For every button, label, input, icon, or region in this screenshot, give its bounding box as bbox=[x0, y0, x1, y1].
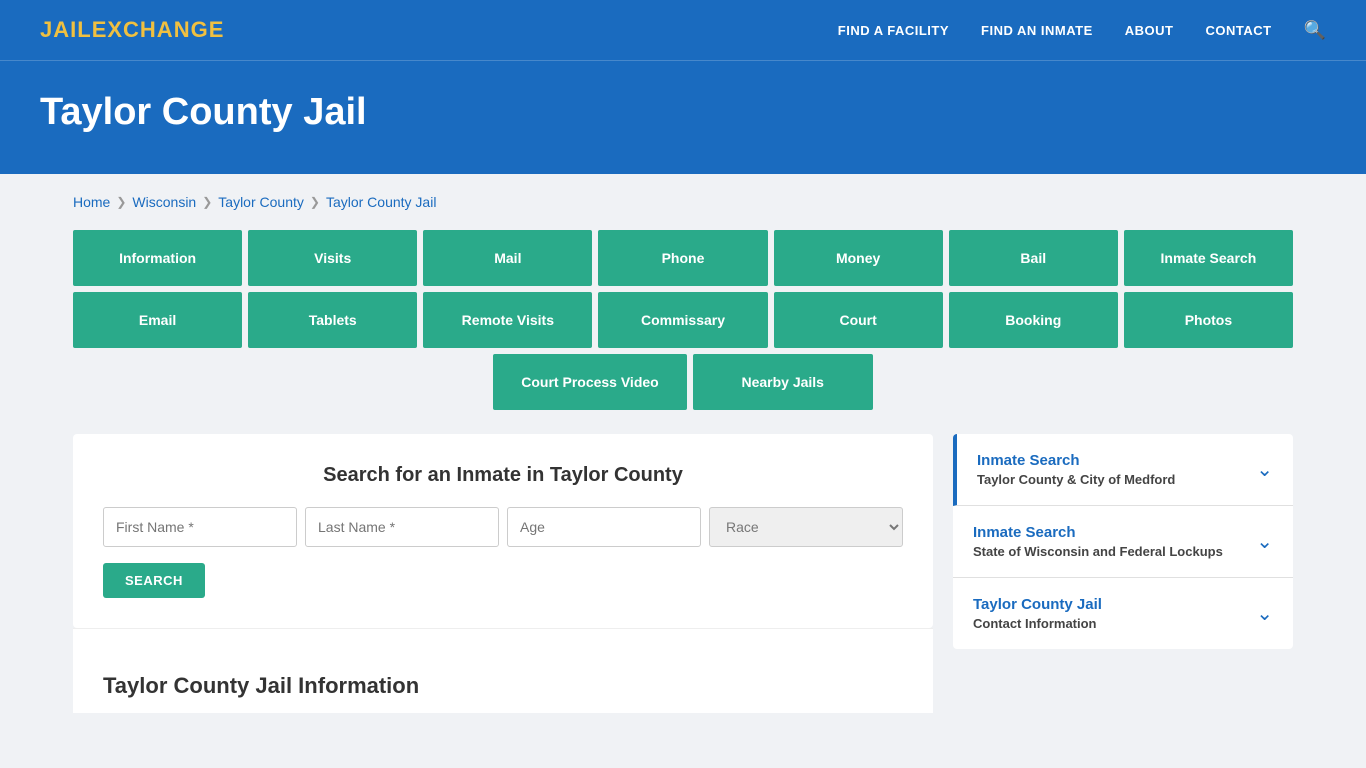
nav-contact[interactable]: CONTACT bbox=[1205, 23, 1271, 38]
sidebar-item-title-3: Taylor County Jail bbox=[973, 596, 1102, 613]
chevron-icon-3: ⌄ bbox=[1256, 601, 1273, 626]
left-column: Search for an Inmate in Taylor County Ra… bbox=[73, 434, 933, 713]
main-nav: FIND A FACILITY FIND AN INMATE ABOUT CON… bbox=[838, 20, 1326, 41]
nav-find-facility[interactable]: FIND A FACILITY bbox=[838, 23, 949, 38]
button-grid-row3: Court Process Video Nearby Jails bbox=[73, 354, 1293, 410]
sidebar-item-inmate-search-1[interactable]: Inmate Search Taylor County & City of Me… bbox=[953, 434, 1293, 506]
btn-tablets[interactable]: Tablets bbox=[248, 292, 417, 348]
btn-booking[interactable]: Booking bbox=[949, 292, 1118, 348]
sidebar-item-subtitle-3: Contact Information bbox=[973, 616, 1102, 631]
btn-bail[interactable]: Bail bbox=[949, 230, 1118, 286]
sidebar-item-contact[interactable]: Taylor County Jail Contact Information ⌄ bbox=[953, 578, 1293, 649]
search-button[interactable]: SEARCH bbox=[103, 563, 205, 598]
logo-jail: JAIL bbox=[40, 17, 92, 42]
btn-photos[interactable]: Photos bbox=[1124, 292, 1293, 348]
sidebar-item-text-3: Taylor County Jail Contact Information bbox=[973, 596, 1102, 631]
nav-about[interactable]: ABOUT bbox=[1125, 23, 1174, 38]
sidebar-item-text-2: Inmate Search State of Wisconsin and Fed… bbox=[973, 524, 1223, 559]
breadcrumb: Home ❯ Wisconsin ❯ Taylor County ❯ Taylo… bbox=[73, 194, 1293, 210]
info-section: Taylor County Jail Information bbox=[73, 628, 933, 713]
hero-section: Taylor County Jail bbox=[0, 60, 1366, 174]
btn-inmate-search[interactable]: Inmate Search bbox=[1124, 230, 1293, 286]
search-fields: Race White Black Hispanic Asian Other bbox=[103, 507, 903, 547]
logo-exchange: EXCHANGE bbox=[92, 17, 225, 42]
btn-nearby-jails[interactable]: Nearby Jails bbox=[693, 354, 873, 410]
sidebar: Inmate Search Taylor County & City of Me… bbox=[953, 434, 1293, 649]
sidebar-item-inmate-search-2[interactable]: Inmate Search State of Wisconsin and Fed… bbox=[953, 506, 1293, 578]
first-name-input[interactable] bbox=[103, 507, 297, 547]
logo[interactable]: JAILEXCHANGE bbox=[40, 17, 224, 43]
breadcrumb-sep-3: ❯ bbox=[310, 195, 320, 209]
page-title: Taylor County Jail bbox=[40, 91, 1326, 134]
sidebar-item-subtitle-1: Taylor County & City of Medford bbox=[977, 472, 1175, 487]
chevron-icon-2: ⌄ bbox=[1256, 529, 1273, 554]
button-grid-row1: Information Visits Mail Phone Money Bail… bbox=[73, 230, 1293, 286]
btn-court-process-video[interactable]: Court Process Video bbox=[493, 354, 686, 410]
btn-information[interactable]: Information bbox=[73, 230, 242, 286]
sidebar-item-title-2: Inmate Search bbox=[973, 524, 1223, 541]
btn-phone[interactable]: Phone bbox=[598, 230, 767, 286]
sidebar-card: Inmate Search Taylor County & City of Me… bbox=[953, 434, 1293, 649]
btn-money[interactable]: Money bbox=[774, 230, 943, 286]
sidebar-item-title-1: Inmate Search bbox=[977, 452, 1175, 469]
race-select[interactable]: Race White Black Hispanic Asian Other bbox=[709, 507, 903, 547]
btn-email[interactable]: Email bbox=[73, 292, 242, 348]
sidebar-item-subtitle-2: State of Wisconsin and Federal Lockups bbox=[973, 544, 1223, 559]
inmate-search-box: Search for an Inmate in Taylor County Ra… bbox=[73, 434, 933, 628]
btn-court[interactable]: Court bbox=[774, 292, 943, 348]
breadcrumb-wisconsin[interactable]: Wisconsin bbox=[132, 194, 196, 210]
btn-mail[interactable]: Mail bbox=[423, 230, 592, 286]
breadcrumb-sep-2: ❯ bbox=[202, 195, 212, 209]
search-icon-button[interactable]: 🔍 bbox=[1304, 20, 1326, 41]
header: JAILEXCHANGE FIND A FACILITY FIND AN INM… bbox=[0, 0, 1366, 60]
button-grid-row2: Email Tablets Remote Visits Commissary C… bbox=[73, 292, 1293, 348]
age-input[interactable] bbox=[507, 507, 701, 547]
breadcrumb-sep-1: ❯ bbox=[116, 195, 126, 209]
chevron-icon-1: ⌄ bbox=[1256, 457, 1273, 482]
btn-commissary[interactable]: Commissary bbox=[598, 292, 767, 348]
info-section-title: Taylor County Jail Information bbox=[103, 673, 903, 699]
breadcrumb-home[interactable]: Home bbox=[73, 194, 110, 210]
breadcrumb-taylor-jail[interactable]: Taylor County Jail bbox=[326, 194, 437, 210]
main-layout: Search for an Inmate in Taylor County Ra… bbox=[73, 434, 1293, 713]
sidebar-item-text-1: Inmate Search Taylor County & City of Me… bbox=[977, 452, 1175, 487]
btn-visits[interactable]: Visits bbox=[248, 230, 417, 286]
breadcrumb-taylor-county[interactable]: Taylor County bbox=[218, 194, 304, 210]
nav-find-inmate[interactable]: FIND AN INMATE bbox=[981, 23, 1093, 38]
btn-remote-visits[interactable]: Remote Visits bbox=[423, 292, 592, 348]
search-title: Search for an Inmate in Taylor County bbox=[103, 464, 903, 487]
last-name-input[interactable] bbox=[305, 507, 499, 547]
content-wrapper: Home ❯ Wisconsin ❯ Taylor County ❯ Taylo… bbox=[33, 174, 1333, 733]
